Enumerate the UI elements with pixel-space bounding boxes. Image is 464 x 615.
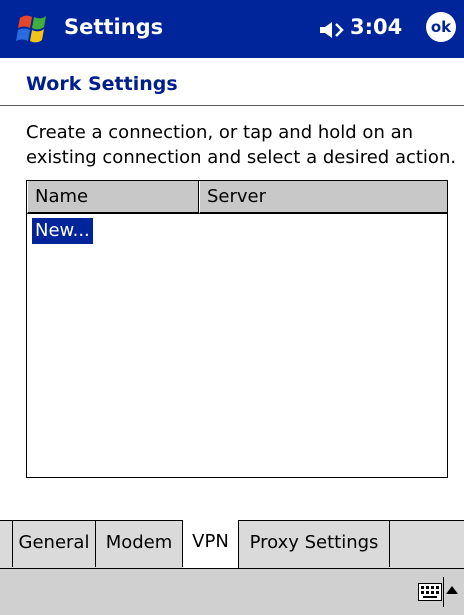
- column-header-name[interactable]: Name: [27, 181, 199, 214]
- menu-bar: [0, 568, 464, 615]
- tab-general[interactable]: General: [12, 521, 96, 567]
- clock[interactable]: 3:04: [350, 14, 402, 40]
- windows-flag-icon[interactable]: [12, 12, 54, 48]
- ok-button[interactable]: ok: [426, 12, 456, 42]
- connections-list[interactable]: Name Server New...: [26, 180, 448, 478]
- keyboard-icon[interactable]: [418, 583, 442, 601]
- list-item-new[interactable]: New...: [32, 218, 93, 244]
- tab-proxy-settings[interactable]: Proxy Settings: [239, 521, 390, 567]
- instructions-text: Create a connection, or tap and hold on …: [26, 122, 457, 168]
- menu-separator: [443, 577, 444, 607]
- up-arrow-icon[interactable]: [446, 585, 458, 595]
- tab-vpn[interactable]: VPN: [183, 520, 239, 568]
- speaker-icon[interactable]: [318, 20, 346, 40]
- tab-strip: General Modem VPN Proxy Settings: [0, 520, 464, 568]
- tab-modem[interactable]: Modem: [96, 521, 183, 567]
- app-title: Settings: [64, 15, 164, 39]
- page-title: Work Settings: [26, 73, 178, 95]
- title-bar: Settings 3:04 ok: [0, 0, 464, 58]
- column-header-server[interactable]: Server: [199, 181, 447, 214]
- header-divider: [0, 105, 464, 106]
